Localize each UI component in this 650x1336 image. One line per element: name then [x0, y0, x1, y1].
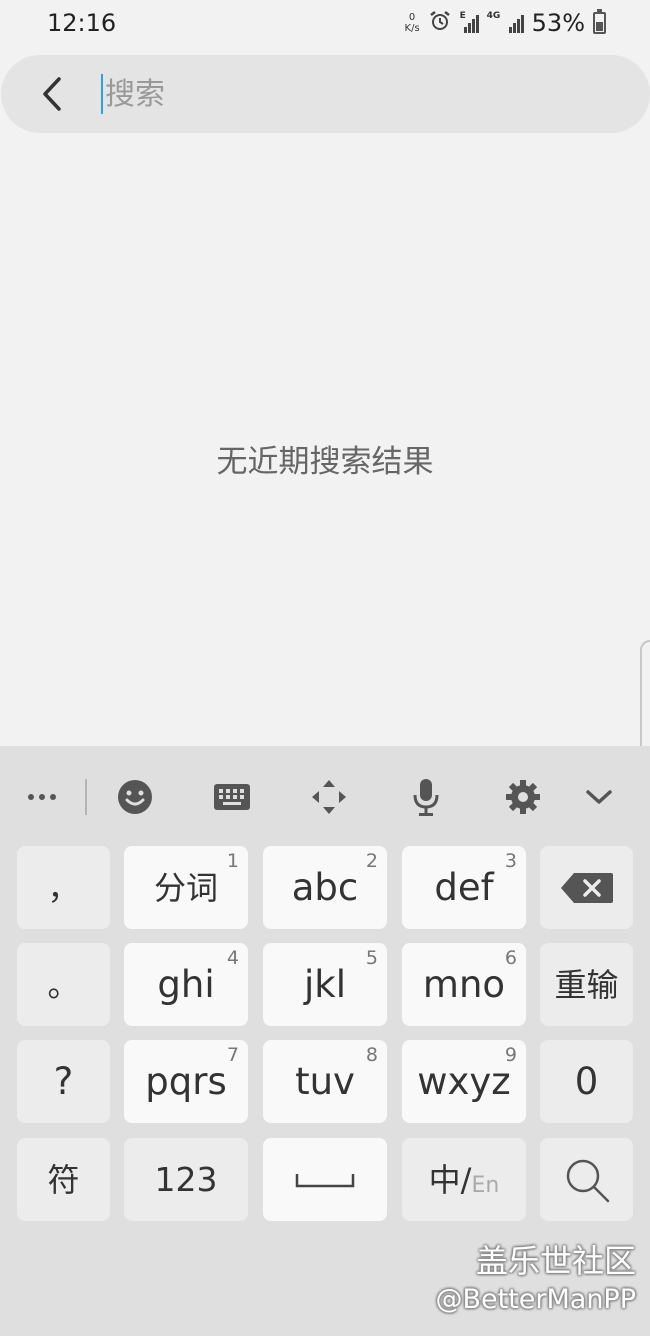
emoji-icon[interactable]: [110, 772, 160, 822]
key-1-segment[interactable]: 分词 1: [124, 846, 248, 929]
search-key[interactable]: [540, 1138, 633, 1221]
key-4-ghi[interactable]: ghi 4: [124, 943, 248, 1026]
key-numbers[interactable]: 123: [124, 1138, 248, 1221]
network-speed: 0 K/s: [405, 12, 420, 34]
key-5-jkl[interactable]: jkl 5: [263, 943, 387, 1026]
search-icon: [566, 1159, 609, 1202]
key-9-wxyz[interactable]: wxyz 9: [402, 1040, 526, 1123]
space-icon: [295, 1173, 355, 1187]
battery-icon: [593, 9, 606, 34]
space-key[interactable]: [263, 1138, 387, 1221]
status-bar: 12:16 0 K/s E 4G 53%: [0, 0, 650, 46]
backspace-icon: [560, 872, 613, 903]
mic-icon[interactable]: [401, 772, 451, 822]
key-symbols[interactable]: 符: [17, 1138, 110, 1221]
cursor-move-icon[interactable]: [304, 772, 354, 822]
signal-icon-4g: 4G: [486, 11, 524, 33]
signal-icon: E: [459, 11, 479, 33]
key-reenter[interactable]: 重输: [540, 943, 633, 1026]
key-7-pqrs[interactable]: pqrs 7: [124, 1040, 248, 1123]
network-speed-value: 0: [408, 12, 416, 23]
key-8-tuv[interactable]: tuv 8: [263, 1040, 387, 1123]
toolbar-divider: [85, 779, 87, 815]
key-6-mno[interactable]: mno 6: [402, 943, 526, 1026]
keyboard-toolbar: [0, 746, 650, 846]
language-toggle-key[interactable]: 中/En: [402, 1138, 526, 1221]
search-input[interactable]: [103, 64, 583, 124]
settings-icon[interactable]: [498, 772, 548, 822]
key-question[interactable]: ?: [17, 1040, 110, 1123]
back-button[interactable]: [1, 55, 101, 133]
watermark-user: @BetterManPP: [435, 1284, 636, 1315]
search-bar: [1, 55, 650, 133]
status-time: 12:16: [47, 9, 117, 37]
empty-results-message: 无近期搜索结果: [216, 444, 434, 480]
language-sub-label: En: [471, 1173, 500, 1198]
network-speed-unit: K/s: [404, 23, 420, 34]
collapse-keyboard-icon[interactable]: [574, 772, 624, 822]
status-icons: 0 K/s E 4G 53%: [405, 9, 606, 37]
signal-type-4g: 4G: [486, 11, 501, 21]
back-arrow-icon: [43, 77, 61, 111]
watermark-community: 盖乐世社区: [475, 1242, 636, 1280]
alarm-icon: [428, 9, 452, 37]
key-2-abc[interactable]: abc 2: [263, 846, 387, 929]
keyboard-icon[interactable]: [207, 772, 257, 822]
battery-percent: 53%: [531, 9, 585, 37]
signal-type-e: E: [459, 11, 466, 21]
key-0[interactable]: 0: [540, 1040, 633, 1123]
key-3-def[interactable]: def 3: [402, 846, 526, 929]
backspace-key[interactable]: [540, 846, 633, 929]
more-icon[interactable]: [17, 772, 67, 822]
key-comma[interactable]: ，: [17, 846, 110, 929]
key-period[interactable]: 。: [17, 943, 110, 1026]
